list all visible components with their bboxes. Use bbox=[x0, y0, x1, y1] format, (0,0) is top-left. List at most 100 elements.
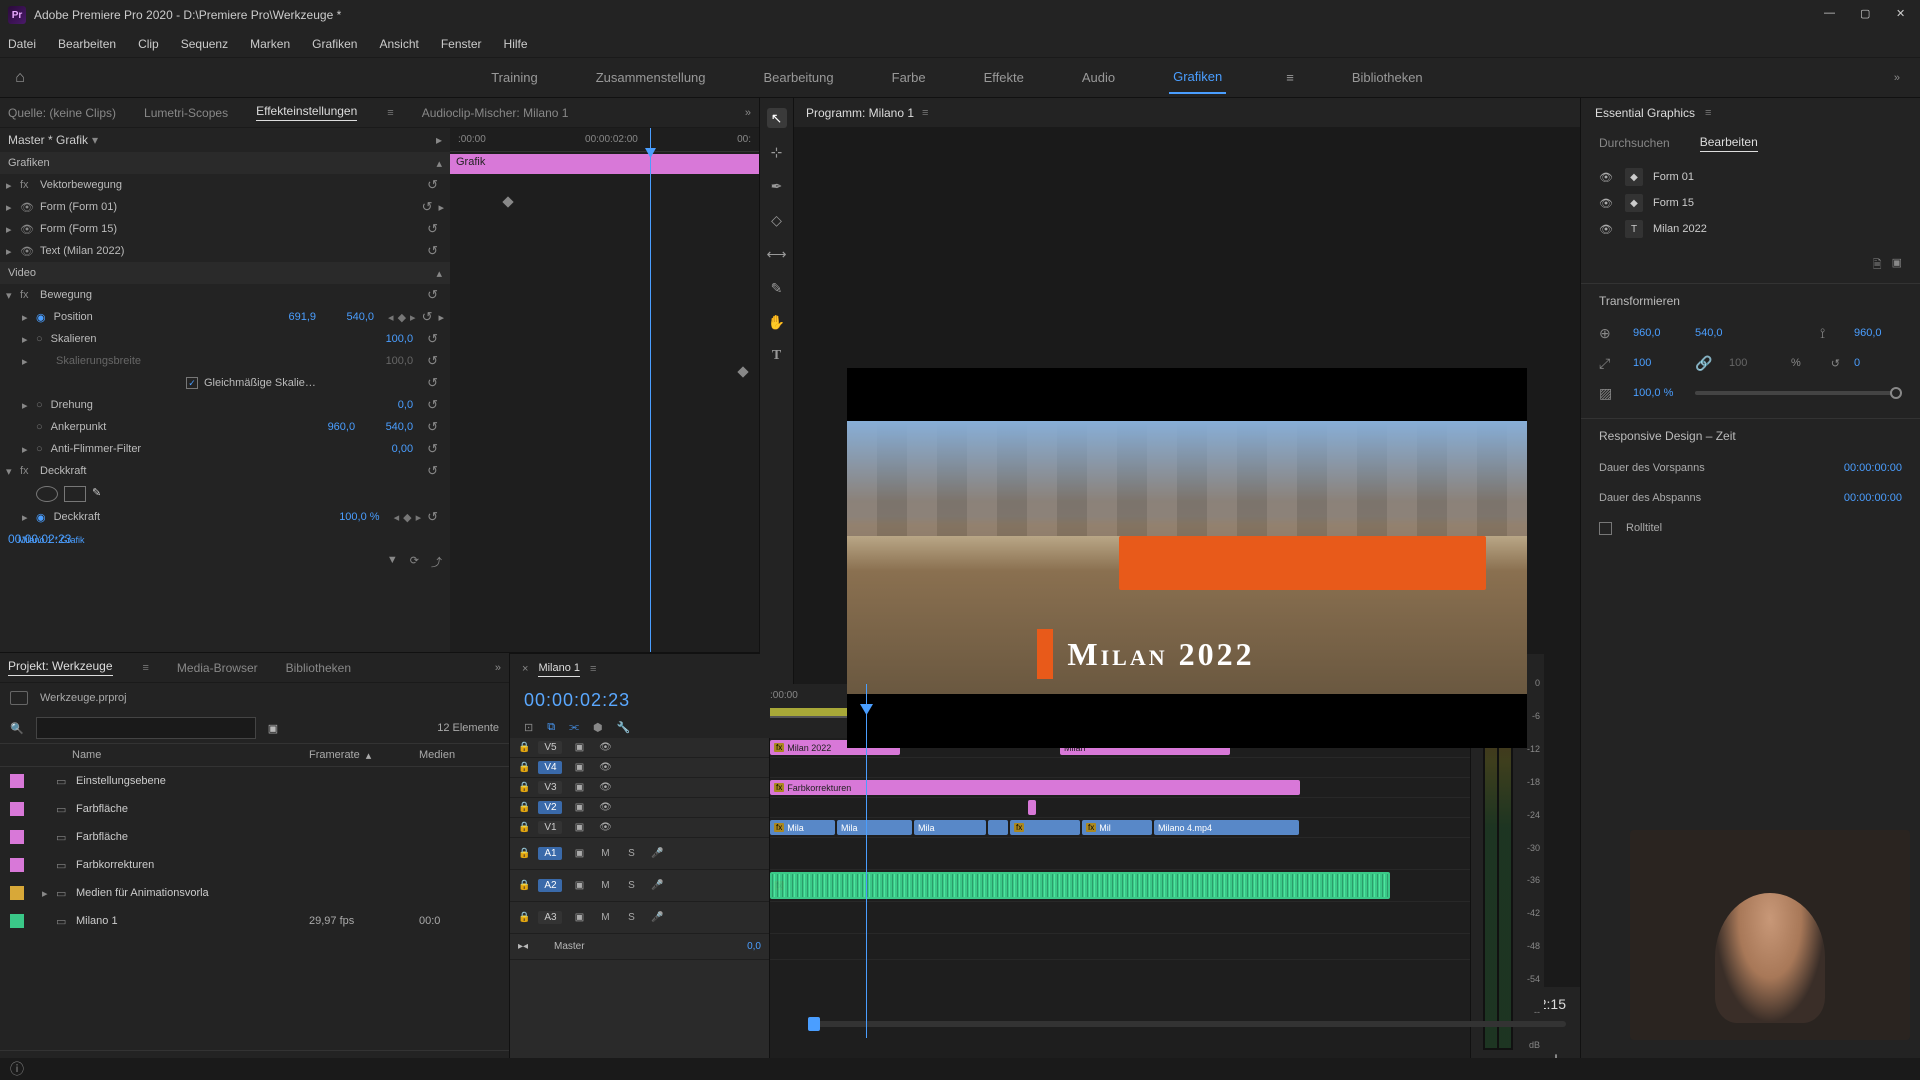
track-a1-label[interactable]: A1 bbox=[538, 847, 562, 860]
master-value[interactable]: 0,0 bbox=[747, 941, 761, 952]
tab-effekteinstellungen[interactable]: Effekteinstellungen bbox=[256, 104, 357, 121]
hand-tool-icon[interactable]: ✋ bbox=[767, 312, 787, 332]
solo-button[interactable]: S bbox=[622, 912, 640, 923]
track-a2-label[interactable]: A2 bbox=[538, 879, 562, 892]
tab-menu-icon[interactable]: ≡ bbox=[387, 107, 393, 119]
lock-icon[interactable]: 🔒 bbox=[518, 848, 530, 859]
menu-marken[interactable]: Marken bbox=[250, 37, 290, 51]
selection-tool-icon[interactable]: ↖ bbox=[767, 108, 787, 128]
intro-duration-value[interactable]: 00:00:00:00 bbox=[1844, 462, 1902, 474]
track-toggle-icon[interactable]: ▣ bbox=[570, 802, 588, 813]
pen-tool-icon[interactable]: ✒ bbox=[767, 176, 787, 196]
kf-prev-icon[interactable]: ◂ bbox=[394, 511, 400, 524]
source-tabs-overflow[interactable]: » bbox=[745, 107, 751, 119]
new-layer-icon[interactable]: 🗎 bbox=[1873, 256, 1882, 275]
layer-visibility-icon[interactable]: 👁 bbox=[1599, 223, 1615, 236]
program-menu-icon[interactable]: ≡ bbox=[922, 107, 928, 119]
timeline-close-icon[interactable]: × bbox=[522, 663, 528, 675]
clip-small-2[interactable]: fx bbox=[1010, 820, 1080, 835]
group-layer-icon[interactable]: ▣ bbox=[1892, 256, 1902, 275]
ec-play-toggle[interactable]: ▸ bbox=[436, 133, 442, 147]
track-v1-label[interactable]: V1 bbox=[538, 821, 562, 834]
mute-button[interactable]: M bbox=[596, 848, 614, 859]
timeline-timecode[interactable]: 00:00:02:23 bbox=[524, 690, 756, 711]
voice-icon[interactable]: 🎤 bbox=[648, 912, 666, 923]
solo-button[interactable]: S bbox=[622, 880, 640, 891]
track-a3-label[interactable]: A3 bbox=[538, 911, 562, 924]
clip-small-1[interactable] bbox=[988, 820, 1008, 835]
reset-icon[interactable]: ↺ bbox=[427, 331, 438, 347]
tl-snap-icon[interactable]: ⧉ bbox=[547, 721, 555, 734]
tl-nest-icon[interactable]: ⊡ bbox=[524, 721, 533, 734]
eg-pos-x[interactable]: 960,0 bbox=[1633, 327, 1681, 339]
reset-icon[interactable]: ↺ bbox=[427, 419, 438, 435]
eg-layer[interactable]: 👁TMilan 2022 bbox=[1593, 216, 1908, 242]
program-tab[interactable]: Programm: Milano 1 bbox=[806, 106, 914, 120]
track-v3-label[interactable]: V3 bbox=[538, 781, 562, 794]
tl-marker-icon[interactable]: ⬢ bbox=[593, 721, 603, 734]
align-tool-icon[interactable]: ⟷ bbox=[767, 244, 787, 264]
antiflimmer-value[interactable]: 0,00 bbox=[369, 443, 413, 455]
clip-marker[interactable] bbox=[1028, 800, 1036, 815]
ec-playhead[interactable] bbox=[650, 128, 651, 652]
tab-bibliotheken[interactable]: Bibliotheken bbox=[286, 661, 351, 675]
reset-icon[interactable]: ↺ bbox=[427, 441, 438, 457]
rotation-reset-icon[interactable]: ↺ bbox=[1831, 357, 1840, 370]
layer-visibility-icon[interactable]: 👁 bbox=[1599, 171, 1615, 184]
kf-toggle-icon[interactable]: ▸ bbox=[438, 201, 444, 214]
clip-milano4[interactable]: Milano 4.mp4 bbox=[1154, 820, 1299, 835]
menu-sequenz[interactable]: Sequenz bbox=[181, 37, 228, 51]
reset-icon[interactable]: ↺ bbox=[427, 463, 438, 479]
eg-rotation[interactable]: 0 bbox=[1854, 357, 1902, 369]
tab-media-browser[interactable]: Media-Browser bbox=[177, 661, 258, 675]
ellipse-tool-icon[interactable]: ✎ bbox=[767, 278, 787, 298]
ws-effekte[interactable]: Effekte bbox=[980, 62, 1028, 93]
timeline-playhead[interactable] bbox=[866, 684, 867, 1038]
kf-add-icon[interactable]: ◆ bbox=[398, 311, 406, 324]
tab-menu-icon[interactable]: ≡ bbox=[143, 662, 149, 674]
keyframe-diamond[interactable] bbox=[502, 196, 513, 207]
mute-button[interactable]: M bbox=[596, 912, 614, 923]
skalieren-value[interactable]: 100,0 bbox=[369, 333, 413, 345]
eg-pos-y[interactable]: 540,0 bbox=[1695, 327, 1743, 339]
reset-icon[interactable]: ↺ bbox=[427, 353, 438, 369]
eg-layer[interactable]: 👁◆Form 01 bbox=[1593, 164, 1908, 190]
clip-farbkorrekturen[interactable]: fxFarbkorrekturen bbox=[770, 780, 1300, 795]
position-y-value[interactable]: 540,0 bbox=[330, 311, 374, 323]
menu-grafiken[interactable]: Grafiken bbox=[312, 37, 357, 51]
reset-icon[interactable]: ↺ bbox=[427, 375, 438, 391]
drehung-value[interactable]: 0,0 bbox=[369, 399, 413, 411]
lock-icon[interactable]: 🔒 bbox=[518, 880, 530, 891]
eg-tab-bearbeiten[interactable]: Bearbeiten bbox=[1700, 135, 1758, 152]
track-v4-label[interactable]: V4 bbox=[538, 761, 562, 774]
opacity-slider[interactable] bbox=[1695, 391, 1902, 395]
ws-zusammenstellung[interactable]: Zusammenstellung bbox=[592, 62, 710, 93]
voice-icon[interactable]: 🎤 bbox=[648, 880, 666, 891]
solo-button[interactable]: S bbox=[622, 848, 640, 859]
eg-menu-icon[interactable]: ≡ bbox=[1705, 107, 1711, 119]
clip-mila-2[interactable]: Mila bbox=[837, 820, 912, 835]
reset-icon[interactable]: ↺ bbox=[427, 509, 438, 525]
track-eye-icon[interactable]: 👁 bbox=[596, 762, 614, 773]
position-x-value[interactable]: 691,9 bbox=[272, 311, 316, 323]
keyframe-diamond[interactable] bbox=[737, 366, 748, 377]
lock-icon[interactable]: 🔒 bbox=[518, 782, 530, 793]
track-eye-icon[interactable]: 👁 bbox=[596, 742, 614, 753]
clip-mila-1[interactable]: fxMila bbox=[770, 820, 835, 835]
mute-button[interactable]: M bbox=[596, 880, 614, 891]
title-graphic[interactable]: Milan 2022 bbox=[1037, 629, 1254, 679]
anker-y-value[interactable]: 540,0 bbox=[369, 421, 413, 433]
tl-settings-icon[interactable]: 🔧 bbox=[617, 721, 631, 734]
ws-farbe[interactable]: Farbe bbox=[888, 62, 930, 93]
track-toggle-icon[interactable]: ▣ bbox=[570, 782, 588, 793]
info-icon[interactable]: ⓘ bbox=[10, 1059, 24, 1079]
layer-visibility-icon[interactable]: 👁 bbox=[1599, 197, 1615, 210]
close-button[interactable]: ✕ bbox=[1896, 7, 1912, 23]
track-v5-label[interactable]: V5 bbox=[538, 741, 562, 754]
track-toggle-icon[interactable]: ▣ bbox=[570, 912, 588, 923]
ws-bibliotheken[interactable]: Bibliotheken bbox=[1348, 62, 1427, 93]
scrub-head[interactable] bbox=[808, 1017, 820, 1031]
col-medien[interactable]: Medien bbox=[419, 749, 499, 761]
menu-ansicht[interactable]: Ansicht bbox=[379, 37, 418, 51]
link-icon[interactable]: 🔗 bbox=[1695, 355, 1715, 372]
